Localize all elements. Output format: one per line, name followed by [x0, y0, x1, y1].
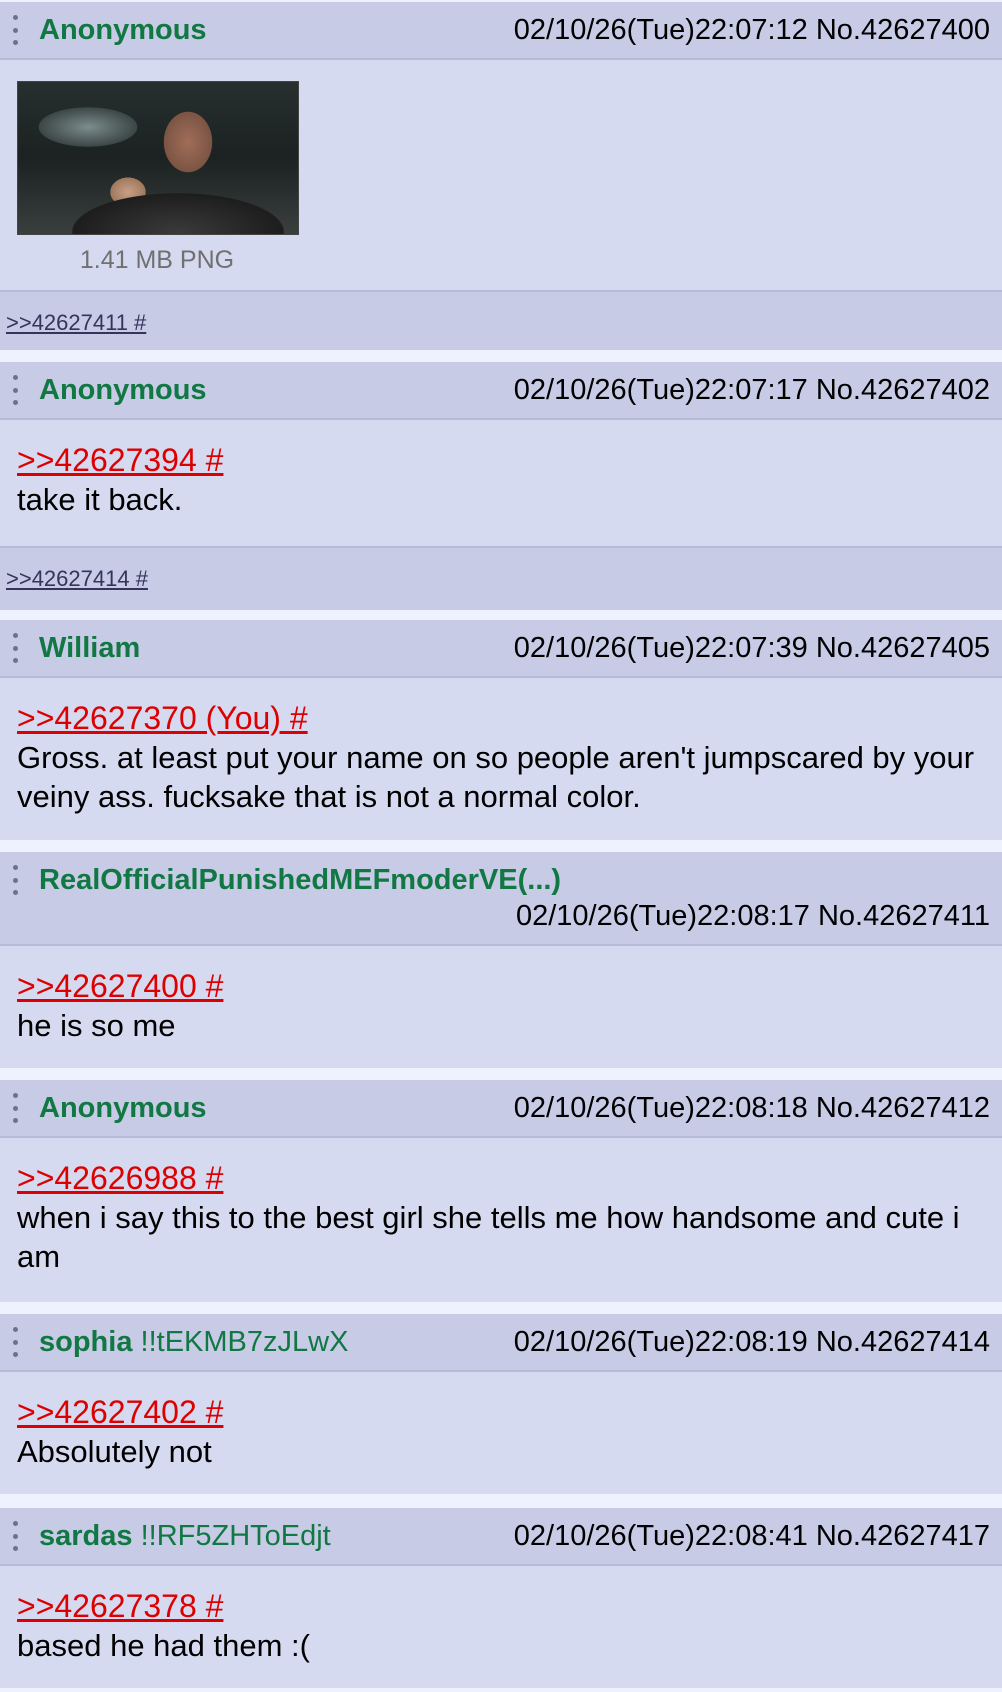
post: sophia !!tEKMB7zJLwX 02/10/26(Tue)22:08:…	[0, 1314, 1002, 1494]
poster-name: sardas !!RF5ZHToEdjt	[39, 1520, 331, 1553]
post-meta: 02/10/26(Tue)22:07:17 No.42627402	[514, 374, 990, 407]
quote-link[interactable]: >>42627400 #	[17, 966, 990, 1006]
poster-name-text: sardas	[39, 1520, 133, 1552]
post-datetime: 02/10/26(Tue)22:08:18	[513, 1092, 808, 1124]
post-datetime: 02/10/26(Tue)22:07:12	[513, 14, 808, 46]
post-text: Absolutely not	[17, 1434, 212, 1469]
post: sardas !!RF5ZHToEdjt 02/10/26(Tue)22:08:…	[0, 1508, 1002, 1688]
post-body: >>42627400 # he is so me	[17, 966, 990, 1045]
backlinks-bar: >>42627414 #	[0, 546, 1002, 610]
poster-name: Anonymous	[39, 374, 207, 406]
post-meta: 02/10/26(Tue)22:08:41 No.42627417	[514, 1520, 990, 1553]
post-body: >>42627378 # based he had them :(	[17, 1586, 990, 1665]
quote-link[interactable]: >>42627370 (You) #	[17, 698, 990, 738]
poster-name: RealOfficialPunishedMEFmoderVE(...)	[39, 864, 562, 896]
post-number[interactable]: No.42627402	[816, 374, 990, 406]
tripcode: !!tEKMB7zJLwX	[140, 1326, 349, 1358]
post: William 02/10/26(Tue)22:07:39 No.4262740…	[0, 620, 1002, 840]
post-body: >>42627370 (You) # Gross. at least put y…	[17, 698, 990, 816]
post-header: RealOfficialPunishedMEFmoderVE(...) 02/1…	[0, 852, 1002, 946]
backlink[interactable]: >>42627414 #	[6, 566, 148, 592]
backlinks-bar: >>42627411 #	[0, 290, 1002, 350]
post-header: Anonymous 02/10/26(Tue)22:07:17 No.42627…	[0, 362, 1002, 420]
poster-name: sophia !!tEKMB7zJLwX	[39, 1326, 348, 1359]
post: Anonymous 02/10/26(Tue)22:07:12 No.42627…	[0, 2, 1002, 350]
poster-name: Anonymous	[39, 1092, 207, 1124]
post-header: Anonymous 02/10/26(Tue)22:07:12 No.42627…	[0, 2, 1002, 60]
quote-link[interactable]: >>42627394 #	[17, 440, 990, 480]
post: RealOfficialPunishedMEFmoderVE(...) 02/1…	[0, 852, 1002, 1068]
post-datetime: 02/10/26(Tue)22:07:17	[513, 374, 808, 406]
more-vertical-icon[interactable]	[8, 15, 22, 45]
post-number[interactable]: No.42627417	[816, 1520, 990, 1552]
post-datetime: 02/10/26(Tue)22:08:19	[513, 1326, 808, 1358]
post-body: >>42626988 # when i say this to the best…	[17, 1158, 990, 1276]
post: Anonymous 02/10/26(Tue)22:07:17 No.42627…	[0, 362, 1002, 610]
thread: Anonymous 02/10/26(Tue)22:07:12 No.42627…	[0, 0, 1002, 1692]
post-datetime: 02/10/26(Tue)22:08:41	[513, 1520, 808, 1552]
post-meta: 02/10/26(Tue)22:08:17 No.42627411	[516, 900, 990, 933]
more-vertical-icon[interactable]	[8, 865, 22, 895]
tripcode: !!RF5ZHToEdjt	[140, 1520, 331, 1552]
quote-link[interactable]: >>42626988 #	[17, 1158, 990, 1198]
post-number[interactable]: No.42627414	[816, 1326, 990, 1358]
post-text: Gross. at least put your name on so peop…	[17, 740, 975, 814]
more-vertical-icon[interactable]	[8, 1327, 22, 1357]
post-text: he is so me	[17, 1008, 176, 1043]
post-datetime: 02/10/26(Tue)22:08:17	[515, 900, 810, 932]
more-vertical-icon[interactable]	[8, 633, 22, 663]
more-vertical-icon[interactable]	[8, 375, 22, 405]
post: Anonymous 02/10/26(Tue)22:08:18 No.42627…	[0, 1080, 1002, 1302]
post-meta: 02/10/26(Tue)22:08:18 No.42627412	[514, 1092, 990, 1125]
backlink[interactable]: >>42627411 #	[6, 310, 146, 336]
post-number[interactable]: No.42627412	[816, 1092, 990, 1124]
post-body: >>42627402 # Absolutely not	[17, 1392, 990, 1471]
quote-link[interactable]: >>42627378 #	[17, 1586, 990, 1626]
post-text: based he had them :(	[17, 1628, 310, 1663]
post-header: sophia !!tEKMB7zJLwX 02/10/26(Tue)22:08:…	[0, 1314, 1002, 1372]
more-vertical-icon[interactable]	[8, 1521, 22, 1551]
post-header: Anonymous 02/10/26(Tue)22:08:18 No.42627…	[0, 1080, 1002, 1138]
post-datetime: 02/10/26(Tue)22:07:39	[513, 632, 808, 664]
post-meta: 02/10/26(Tue)22:08:19 No.42627414	[514, 1326, 990, 1359]
poster-name-text: sophia	[39, 1326, 133, 1358]
post-meta: 02/10/26(Tue)22:07:12 No.42627400	[514, 14, 990, 47]
more-vertical-icon[interactable]	[8, 1093, 22, 1123]
post-number[interactable]: No.42627411	[818, 900, 990, 932]
post-header: sardas !!RF5ZHToEdjt 02/10/26(Tue)22:08:…	[0, 1508, 1002, 1566]
poster-name: William	[39, 632, 141, 664]
quote-link[interactable]: >>42627402 #	[17, 1392, 990, 1432]
post-text: take it back.	[17, 482, 183, 517]
post-meta: 02/10/26(Tue)22:07:39 No.42627405	[514, 632, 990, 665]
file-info: 1.41 MB PNG	[79, 246, 235, 274]
poster-name: Anonymous	[39, 14, 207, 46]
post-number[interactable]: No.42627405	[816, 632, 990, 664]
image-thumbnail[interactable]	[17, 81, 299, 235]
post-text: when i say this to the best girl she tel…	[17, 1200, 960, 1274]
post-number[interactable]: No.42627400	[816, 14, 990, 46]
post-body: >>42627394 # take it back.	[17, 440, 990, 519]
post-header: William 02/10/26(Tue)22:07:39 No.4262740…	[0, 620, 1002, 678]
